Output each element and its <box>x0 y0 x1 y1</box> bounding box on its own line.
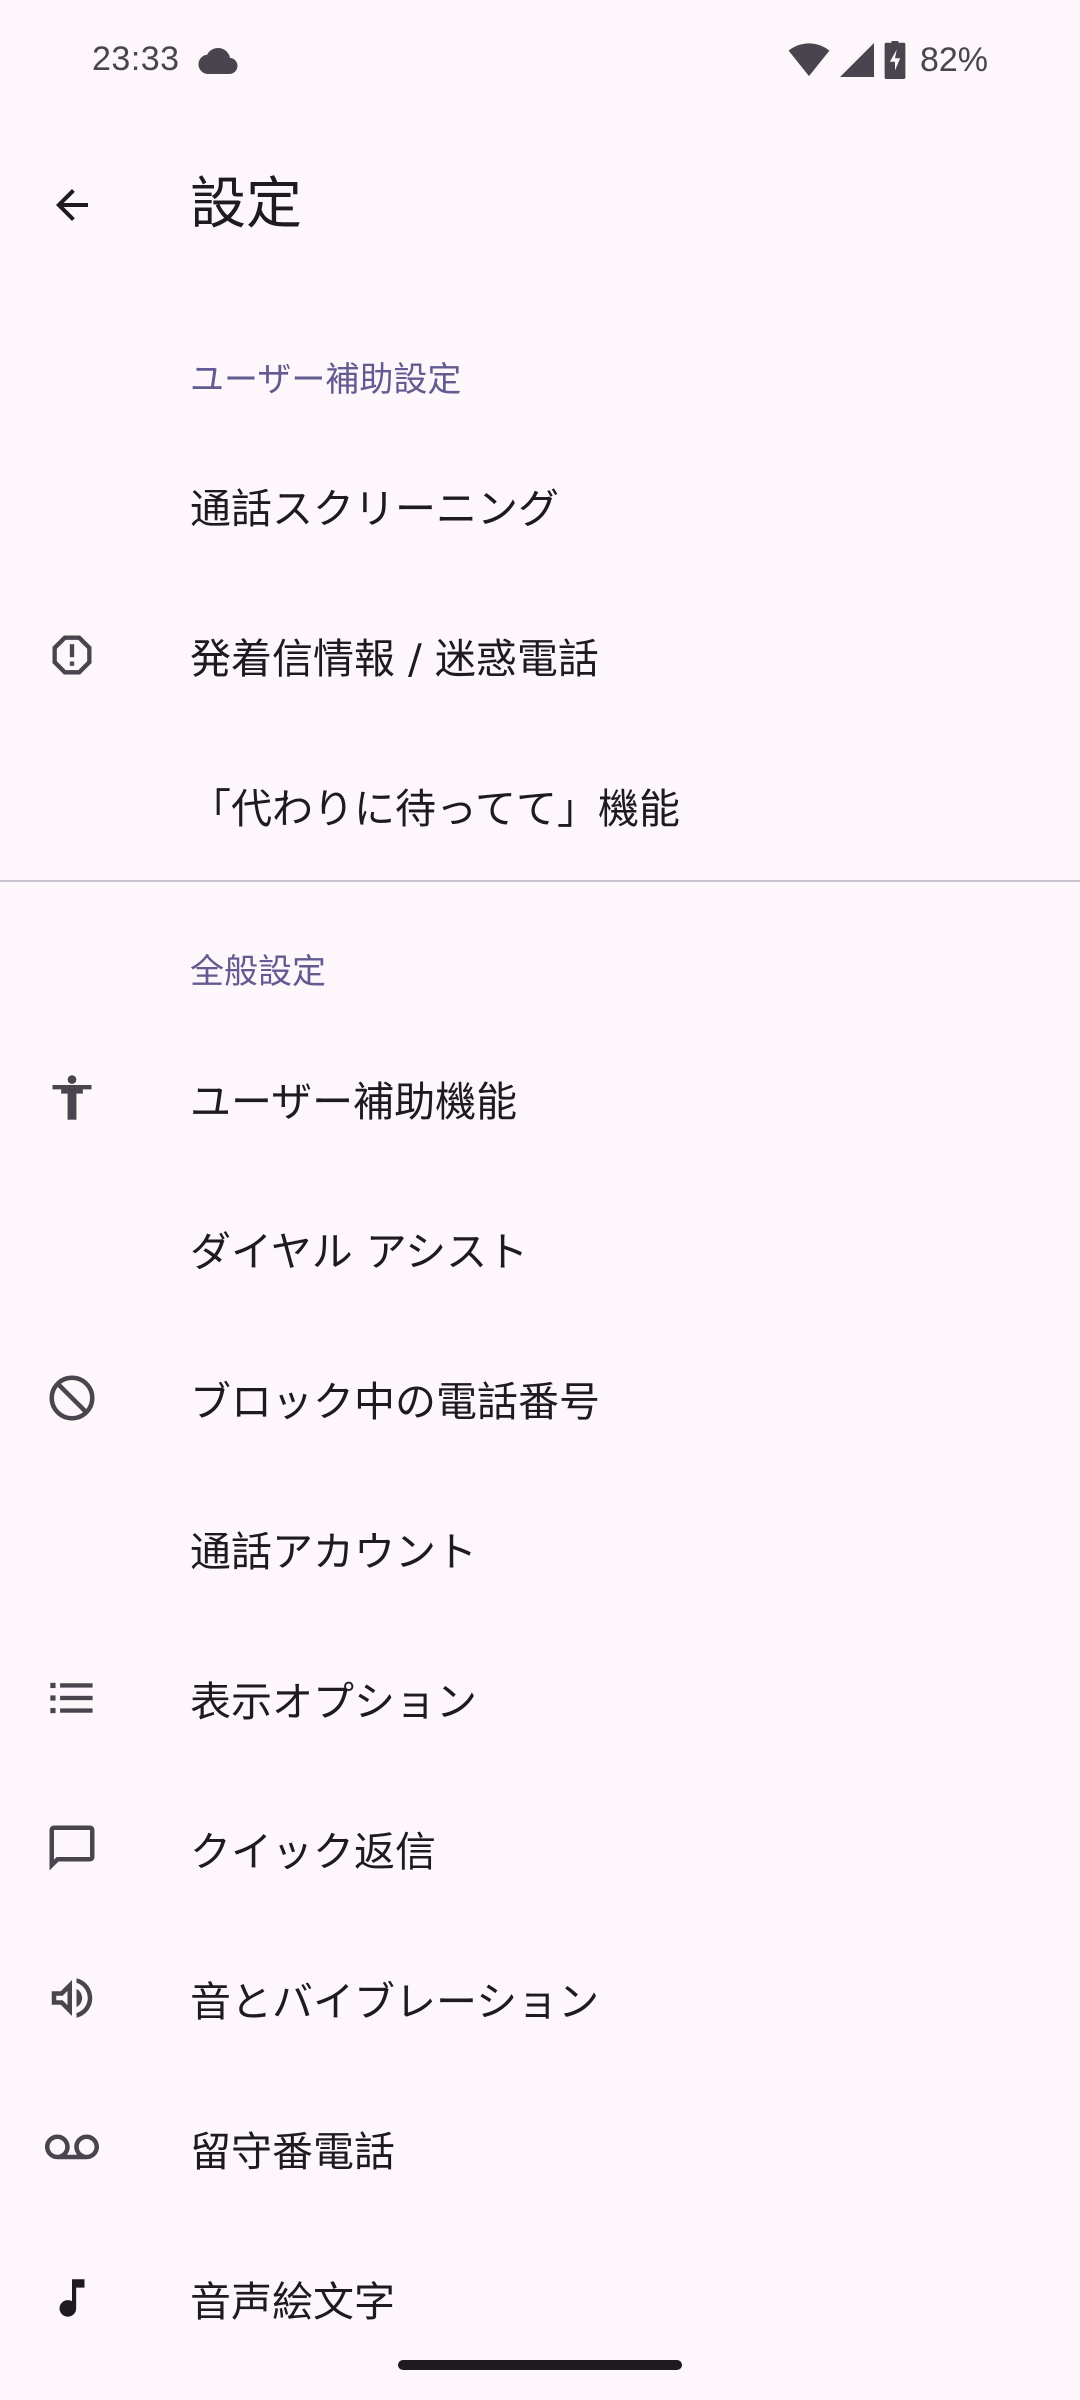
settings-item-accessibility[interactable]: ユーザー補助機能 <box>0 1023 1080 1173</box>
section-header-accessibility: ユーザー補助設定 <box>190 360 462 400</box>
item-label: 音とバイブレーション <box>190 1978 600 2026</box>
report-icon <box>44 627 100 683</box>
section-divider <box>0 880 1080 882</box>
settings-item-sound-vibration[interactable]: 音とバイブレーション <box>0 1923 1080 2073</box>
status-bar: 23:33 82% <box>0 0 1080 120</box>
status-indicators: 82% <box>788 38 988 82</box>
item-label: 発着信情報 / 迷惑電話 <box>190 635 599 683</box>
settings-item-blocked-numbers[interactable]: ブロック中の電話番号 <box>0 1323 1080 1473</box>
chat-bubble-icon <box>44 1820 100 1876</box>
status-time: 23:33 <box>92 40 180 78</box>
app-bar: 設定 <box>0 150 1080 260</box>
item-label: 表示オプション <box>190 1678 477 1726</box>
item-label: ブロック中の電話番号 <box>190 1378 600 1426</box>
settings-item-dial-assist[interactable]: ダイヤル アシスト <box>0 1173 1080 1323</box>
settings-item-voicemail[interactable]: 留守番電話 <box>0 2073 1080 2223</box>
settings-item-calling-accounts[interactable]: 通話アカウント <box>0 1473 1080 1623</box>
item-label: 「代わりに待ってて」機能 <box>190 785 680 833</box>
section-header-general: 全般設定 <box>190 952 326 992</box>
music-note-icon <box>44 2270 100 2326</box>
settings-item-audio-emoji[interactable]: 音声絵文字 <box>0 2223 1080 2373</box>
item-label: 留守番電話 <box>190 2128 395 2176</box>
wifi-icon <box>788 43 830 77</box>
signal-icon <box>839 43 874 77</box>
block-icon <box>44 1370 100 1426</box>
cloud-icon <box>198 48 238 74</box>
back-button[interactable] <box>24 157 120 253</box>
settings-item-hold-for-me[interactable]: 「代わりに待ってて」機能 <box>0 730 1080 880</box>
settings-item-display-options[interactable]: 表示オプション <box>0 1623 1080 1773</box>
list-icon <box>44 1670 100 1726</box>
item-label: 音声絵文字 <box>190 2278 395 2326</box>
gesture-navigation-bar[interactable] <box>398 2360 682 2370</box>
item-label: ユーザー補助機能 <box>190 1078 518 1126</box>
accessibility-icon <box>44 1070 100 1126</box>
page-title: 設定 <box>190 172 302 237</box>
item-label: 通話アカウント <box>190 1528 477 1576</box>
settings-item-call-screening[interactable]: 通話スクリーニング <box>0 430 1080 580</box>
arrow-back-icon <box>56 189 88 221</box>
item-label: クイック返信 <box>190 1828 436 1876</box>
voicemail-icon <box>44 2120 100 2176</box>
item-label: 通話スクリーニング <box>190 485 559 533</box>
volume-icon <box>44 1970 100 2026</box>
battery-percent: 82% <box>919 40 988 79</box>
item-label: ダイヤル アシスト <box>190 1228 529 1276</box>
battery-charging-icon <box>884 41 906 79</box>
settings-item-caller-id-spam[interactable]: 発着信情報 / 迷惑電話 <box>0 580 1080 730</box>
settings-item-quick-responses[interactable]: クイック返信 <box>0 1773 1080 1923</box>
